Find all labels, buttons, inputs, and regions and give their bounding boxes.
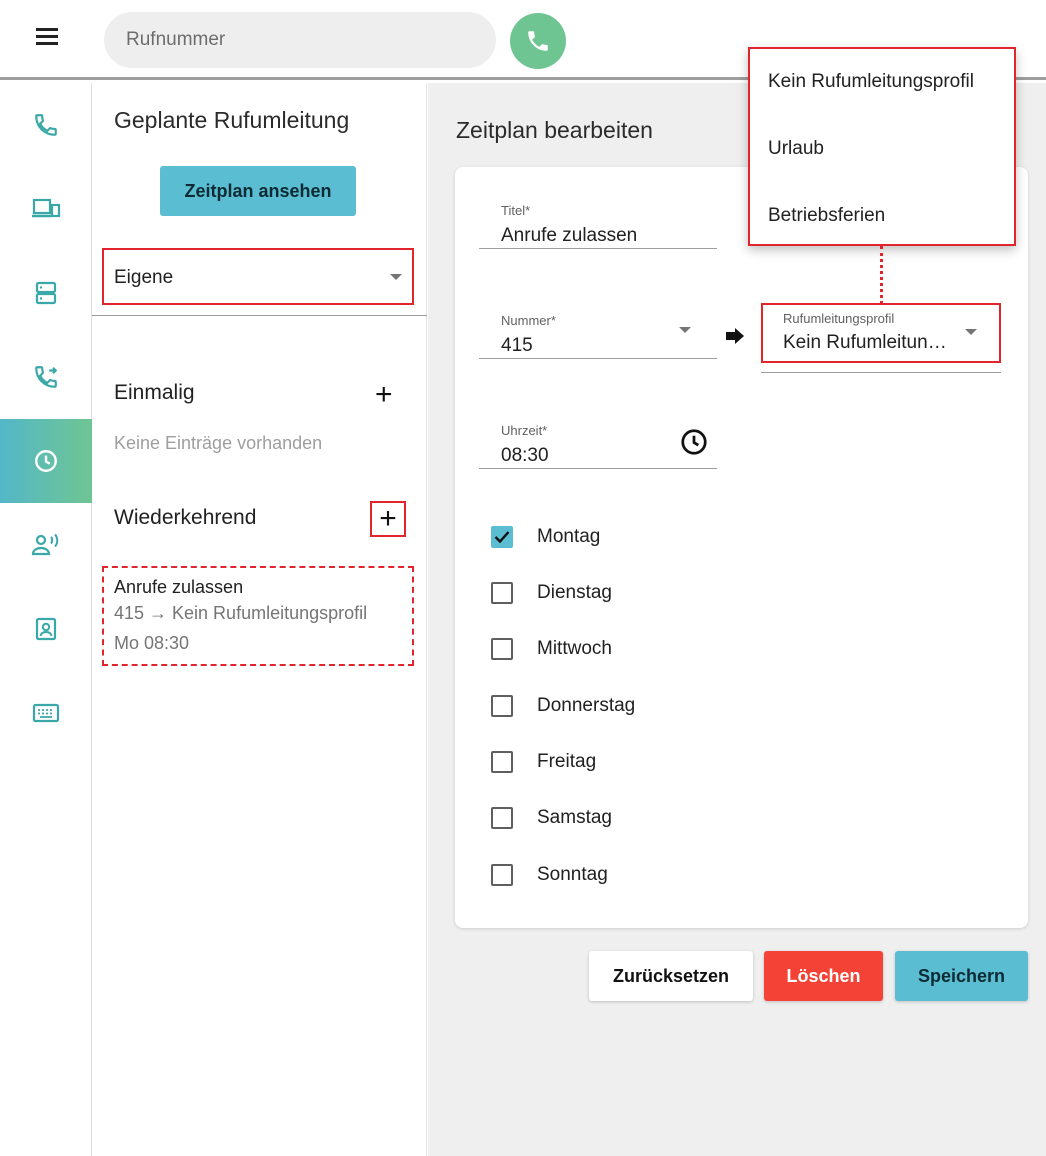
once-section-title: Einmalig — [114, 381, 195, 404]
weekday-friday[interactable]: Freitag — [491, 747, 691, 777]
checkbox-icon[interactable] — [491, 864, 513, 886]
nav-rail — [0, 83, 92, 1156]
owner-filter-select[interactable]: Eigene — [102, 248, 414, 305]
profile-field-label: Rufumleitungsprofil — [783, 311, 895, 326]
arrow-right-icon — [726, 328, 744, 344]
call-button[interactable] — [510, 13, 566, 69]
rail-item-schedule[interactable] — [0, 419, 92, 503]
weekday-label: Montag — [537, 526, 601, 547]
entry-target: 415 → Kein Rufumleitungsprofil — [114, 603, 368, 623]
menu-item-no-profile[interactable]: Kein Rufumleitungsprofil — [768, 71, 974, 93]
weekday-saturday[interactable]: Samstag — [491, 803, 691, 833]
entry-time: Mo 08:30 — [114, 633, 190, 653]
profile-field-value: Kein Rufumleitun… — [783, 332, 947, 353]
time-field-label: Uhrzeit* — [501, 423, 548, 438]
checkbox-checked-icon[interactable] — [491, 526, 513, 548]
checkbox-icon[interactable] — [491, 751, 513, 773]
add-once-icon[interactable]: + — [375, 380, 393, 410]
weekday-thursday[interactable]: Donnerstag — [491, 691, 691, 721]
weekday-monday[interactable]: Montag — [491, 522, 691, 552]
weekday-label: Mittwoch — [537, 638, 612, 659]
phone-number-input[interactable]: Rufnummer — [104, 12, 496, 68]
owner-filter-value: Eigene — [114, 267, 174, 288]
keyboard-icon — [32, 703, 60, 723]
number-field-label: Nummer* — [501, 313, 556, 328]
menu-icon[interactable] — [36, 28, 58, 46]
devices-icon — [32, 198, 61, 218]
voicemail-icon — [31, 533, 59, 556]
view-schedule-button[interactable]: Zeitplan ansehen — [160, 166, 356, 216]
schedule-entry[interactable]: Anrufe zulassen 415 → Kein Rufumleitungs… — [102, 566, 414, 666]
title-field-value: Anrufe zulassen — [501, 225, 638, 246]
phone-icon — [528, 31, 548, 51]
once-empty-text: Keine Einträge vorhanden — [114, 433, 323, 453]
forwarding-profile-select[interactable]: Rufumleitungsprofil Kein Rufumleitun… — [761, 303, 1001, 363]
profile-underline — [761, 372, 1001, 373]
checkbox-icon[interactable] — [491, 807, 513, 829]
number-field-value: 415 — [501, 335, 533, 356]
save-button[interactable]: Speichern — [895, 951, 1028, 1001]
weekday-label: Samstag — [537, 807, 612, 828]
phone-icon — [35, 114, 57, 136]
rail-item-server[interactable] — [0, 251, 92, 335]
checkbox-icon[interactable] — [491, 638, 513, 660]
recurring-section-title: Wiederkehrend — [114, 506, 257, 529]
chevron-down-icon — [965, 329, 977, 335]
divider — [92, 315, 427, 316]
plus-icon: + — [379, 502, 397, 535]
weekday-label: Dienstag — [537, 582, 612, 603]
clock-icon — [35, 450, 57, 472]
weekday-label: Donnerstag — [537, 695, 636, 716]
rail-item-contacts[interactable] — [0, 587, 92, 671]
clock-icon[interactable] — [679, 427, 709, 457]
profile-dropdown-menu: Kein Rufumleitungsprofil Urlaub Betriebs… — [748, 47, 1016, 246]
entry-title: Anrufe zulassen — [114, 577, 244, 597]
title-field-label: Titel* — [501, 203, 531, 218]
panel-title: Geplante Rufumleitung — [114, 107, 350, 133]
rail-item-keypad[interactable] — [0, 671, 92, 755]
rail-item-voicemail[interactable] — [0, 503, 92, 587]
rail-item-call-forwarding[interactable] — [0, 335, 92, 419]
chevron-down-icon — [390, 274, 402, 280]
title-field[interactable]: Titel* Anrufe zulassen — [479, 187, 717, 249]
weekday-label: Sonntag — [537, 864, 608, 885]
callout-connector — [880, 246, 883, 304]
menu-item-company-holidays[interactable]: Betriebsferien — [768, 205, 885, 227]
weekday-sunday[interactable]: Sonntag — [491, 860, 691, 890]
schedule-list-panel: Geplante Rufumleitung Zeitplan ansehen E… — [92, 83, 427, 1156]
call-forward-icon — [35, 366, 58, 388]
rail-item-calls[interactable] — [0, 83, 92, 167]
weekday-label: Freitag — [537, 751, 597, 772]
weekday-tuesday[interactable]: Dienstag — [491, 578, 691, 608]
delete-button[interactable]: Löschen — [764, 951, 883, 1001]
weekday-wednesday[interactable]: Mittwoch — [491, 634, 691, 664]
checkbox-icon[interactable] — [491, 695, 513, 717]
rail-item-devices[interactable] — [0, 167, 92, 251]
add-recurring-button[interactable]: + — [370, 501, 406, 537]
menu-item-vacation[interactable]: Urlaub — [768, 138, 824, 160]
checkbox-icon[interactable] — [491, 582, 513, 604]
editor-title: Zeitplan bearbeiten — [456, 117, 653, 143]
chevron-down-icon — [679, 327, 691, 333]
number-field[interactable]: Nummer* 415 — [479, 297, 717, 359]
reset-button[interactable]: Zurücksetzen — [589, 951, 753, 1001]
contacts-icon — [35, 617, 57, 641]
editor-card: Titel* Anrufe zulassen Nummer* 415 Rufum… — [455, 167, 1028, 928]
server-icon — [35, 281, 57, 305]
time-field-value: 08:30 — [501, 445, 549, 466]
